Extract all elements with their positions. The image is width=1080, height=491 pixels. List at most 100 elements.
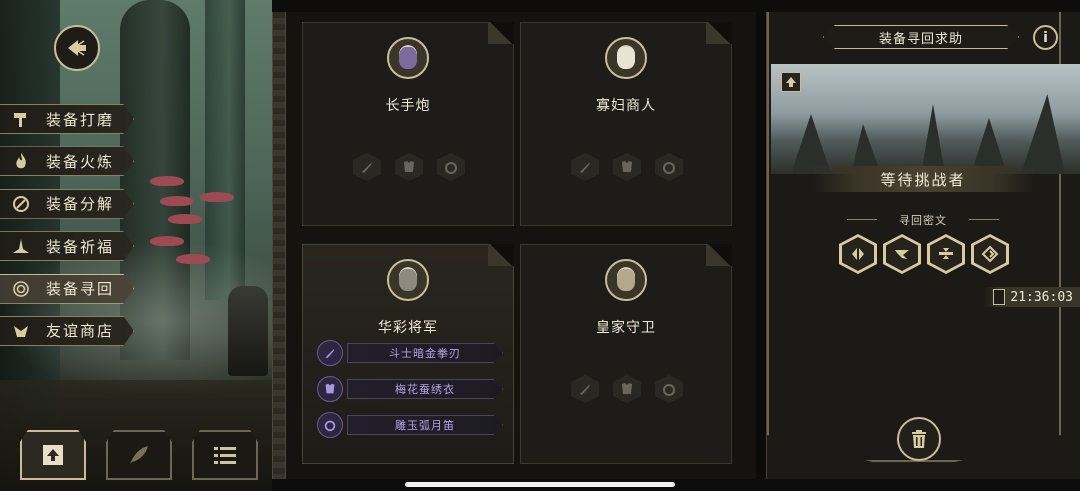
weapon-icon: [317, 340, 343, 366]
boss-portrait: [387, 259, 429, 301]
ring-slot-icon: [437, 153, 465, 181]
boss-card[interactable]: 皇家守卫: [520, 244, 732, 464]
ring-slot-icon: [655, 153, 683, 181]
menu-item-retrieve[interactable]: 装备寻回: [0, 273, 134, 304]
home-indicator[interactable]: [405, 482, 675, 487]
menu-item-bless[interactable]: 装备祈福: [0, 231, 134, 262]
mushroom: [176, 254, 210, 264]
rune-3-icon[interactable]: [927, 234, 965, 274]
armor-slot-icon: [613, 375, 641, 403]
menu-item-label: 装备打磨: [46, 110, 115, 129]
boss-name: 华彩将军: [378, 320, 438, 336]
equipment-slots: [353, 153, 465, 181]
back-button[interactable]: [54, 25, 100, 71]
boss-card[interactable]: 长手炮: [302, 22, 514, 226]
list-icon: [210, 440, 240, 470]
armor-slot-icon: [395, 153, 423, 181]
upload-icon: [38, 440, 68, 470]
portrait-face: [399, 47, 417, 69]
retrieve-icon: [10, 278, 32, 300]
rune-1-icon[interactable]: [839, 234, 877, 274]
hammer-icon: [10, 108, 32, 130]
menu-item-shop[interactable]: 友谊商店: [0, 315, 134, 346]
weapon-slot-icon: [571, 153, 599, 181]
spire: [921, 104, 945, 174]
mushroom: [168, 214, 202, 224]
portrait-face: [399, 269, 417, 291]
boss-card[interactable]: 华彩将军 斗士暗金拳刃 梅花蚕绣衣 雕玉弧月笛: [302, 244, 514, 464]
ring-icon: [317, 412, 343, 438]
menu-item-forge[interactable]: 装备火炼: [0, 146, 134, 177]
equipment-slots: [571, 375, 683, 403]
reward-label: 梅花蚕绣衣: [347, 379, 503, 399]
back-arrow-icon: [68, 40, 86, 56]
shop-icon: [10, 320, 32, 342]
reward-label: 雕玉弧月笛: [347, 415, 503, 435]
weapon-slot-icon: [353, 153, 381, 181]
tab-list[interactable]: [192, 430, 258, 480]
trash-icon: [912, 430, 926, 448]
menu-item-disassemble[interactable]: 装备分解: [0, 188, 134, 219]
stage-preview: [771, 64, 1080, 174]
boss-card[interactable]: 寡妇商人: [520, 22, 732, 226]
portrait-face: [617, 269, 635, 291]
hero-character: [228, 286, 268, 376]
reward-item[interactable]: 梅花蚕绣衣: [317, 376, 503, 402]
panel-title: 装备寻回求助: [823, 25, 1019, 49]
card-corner: [488, 244, 514, 266]
menu-item-label: 装备火炼: [46, 152, 115, 171]
status-banner: 等待挑战者: [811, 166, 1035, 192]
equipment-slots: [571, 153, 683, 181]
reward-label: 斗士暗金拳刃: [347, 343, 503, 363]
reward-item[interactable]: 雕玉弧月笛: [317, 412, 503, 438]
menu-item-polish[interactable]: 装备打磨: [0, 104, 134, 134]
retrieve-help-panel: 装备寻回求助 i 等待挑战者 寻回密文 21:36:03: [766, 12, 1080, 479]
tab-feather[interactable]: [106, 430, 172, 480]
countdown-timer: 21:36:03: [983, 287, 1080, 307]
boss-grid: 长手炮 寡妇商人 华彩将军 斗士暗金拳刃 梅花蚕绣衣 雕玉弧月笛 皇家守卫: [286, 12, 756, 479]
boss-name: 长手炮: [385, 98, 431, 114]
stage-corner-button[interactable]: [781, 72, 801, 92]
upload-icon: [786, 77, 796, 87]
mushroom: [160, 196, 194, 206]
blessing-icon: [10, 235, 32, 257]
rune-2-icon[interactable]: [883, 234, 921, 274]
bottom-tab-bar: [18, 430, 268, 491]
reward-item[interactable]: 斗士暗金拳刃: [317, 340, 503, 366]
mushroom: [150, 176, 184, 186]
card-corner: [488, 22, 514, 44]
card-corner: [706, 244, 732, 266]
cipher-runes: [839, 234, 1009, 274]
rune-4-icon[interactable]: [971, 234, 1009, 274]
disassemble-icon: [10, 193, 32, 215]
boss-name: 皇家守卫: [596, 320, 656, 336]
tab-upload[interactable]: [20, 430, 86, 480]
feather-icon: [124, 440, 154, 470]
menu-item-label: 装备祈福: [46, 237, 115, 256]
armor-slot-icon: [613, 153, 641, 181]
reward-list: 斗士暗金拳刃 梅花蚕绣衣 雕玉弧月笛: [317, 340, 503, 449]
boss-portrait: [387, 37, 429, 79]
panel-divider: [272, 12, 286, 479]
mushroom: [200, 192, 234, 202]
boss-portrait: [605, 37, 647, 79]
spire: [1021, 94, 1065, 174]
hourglass-icon: [993, 289, 1006, 305]
info-button[interactable]: i: [1033, 25, 1058, 50]
flame-icon: [10, 150, 32, 172]
bottom-border: [272, 479, 1080, 491]
portrait-face: [617, 47, 635, 69]
ring-slot-icon: [655, 375, 683, 403]
delete-button[interactable]: [897, 417, 941, 461]
side-menu: 装备打磨 装备火炼 装备分解 装备祈福 装备寻回 友谊商店: [0, 104, 140, 358]
cipher-label: 寻回密文: [843, 212, 1003, 228]
menu-item-label: 友谊商店: [46, 322, 115, 341]
boss-name: 寡妇商人: [596, 98, 656, 114]
armor-icon: [317, 376, 343, 402]
menu-item-label: 装备寻回: [46, 280, 115, 299]
spire: [791, 114, 831, 174]
timer-value: 21:36:03: [1010, 289, 1073, 305]
weapon-slot-icon: [571, 375, 599, 403]
card-corner: [706, 22, 732, 44]
menu-item-label: 装备分解: [46, 195, 115, 214]
